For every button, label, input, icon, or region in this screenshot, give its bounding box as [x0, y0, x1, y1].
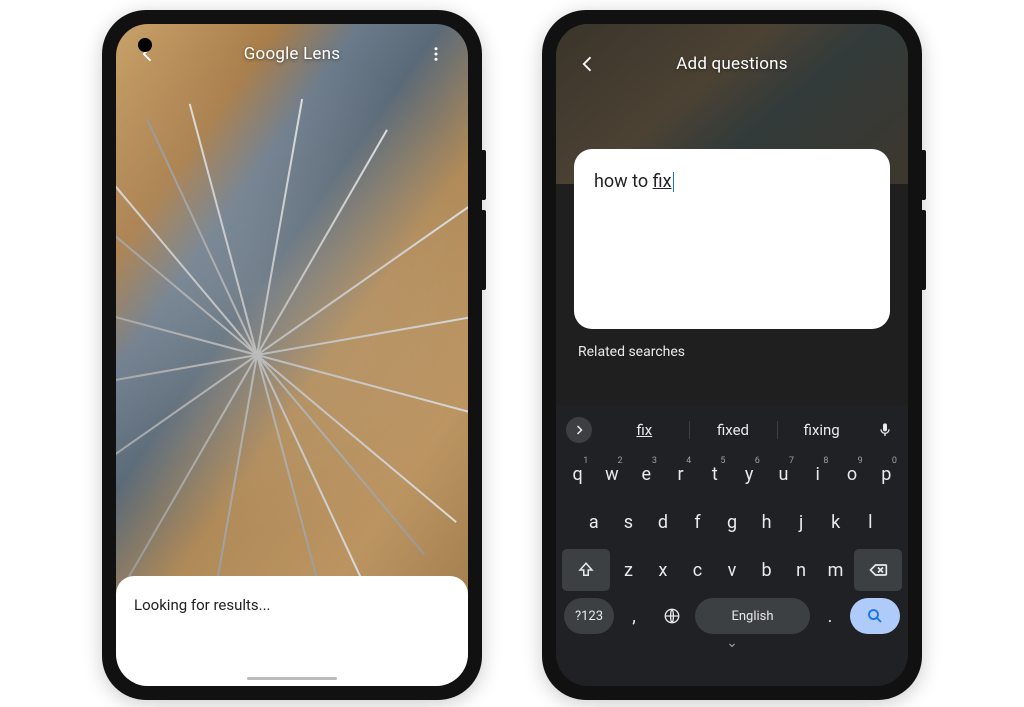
- key-o[interactable]: o9: [836, 453, 867, 495]
- suggestion-item[interactable]: fix: [600, 415, 689, 445]
- results-bottom-sheet[interactable]: Looking for results...: [116, 576, 468, 686]
- back-button[interactable]: [574, 50, 602, 78]
- question-input-card[interactable]: how to fix: [574, 149, 890, 329]
- key-z[interactable]: z: [613, 549, 645, 591]
- voice-input-button[interactable]: [872, 422, 898, 438]
- keyboard-bottom-row: ?123 , English .: [560, 594, 904, 638]
- language-switch-key[interactable]: [654, 598, 690, 634]
- period-key[interactable]: .: [815, 598, 845, 634]
- suggestion-row: fix fixed fixing: [560, 410, 904, 450]
- question-input-text[interactable]: how to fix: [594, 171, 870, 192]
- comma-key[interactable]: ,: [619, 598, 649, 634]
- loading-status-text: Looking for results...: [134, 596, 450, 614]
- key-i[interactable]: i8: [802, 453, 833, 495]
- key-m[interactable]: m: [820, 549, 852, 591]
- key-g[interactable]: g: [716, 501, 748, 543]
- key-s[interactable]: s: [613, 501, 645, 543]
- lens-header: Google Lens: [116, 24, 468, 84]
- key-l[interactable]: l: [855, 501, 887, 543]
- collapse-keyboard-button[interactable]: ⌄: [560, 638, 904, 654]
- key-y[interactable]: y6: [733, 453, 764, 495]
- app-title: Google Lens: [244, 44, 340, 64]
- key-r[interactable]: r4: [665, 453, 696, 495]
- suggestion-item[interactable]: fixing: [777, 415, 866, 445]
- screen-left: Google Lens Looking for results...: [116, 24, 468, 686]
- more-options-button[interactable]: [422, 40, 450, 68]
- screen-right: Add questions how to fix Related searche…: [556, 24, 908, 686]
- keyboard-row-1: q1w2e3r4t5y6u7i8o9p0: [560, 450, 904, 498]
- expand-suggestions-button[interactable]: [566, 417, 592, 443]
- key-j[interactable]: j: [785, 501, 817, 543]
- key-v[interactable]: v: [716, 549, 748, 591]
- key-h[interactable]: h: [751, 501, 783, 543]
- key-b[interactable]: b: [751, 549, 783, 591]
- key-e[interactable]: e3: [631, 453, 662, 495]
- phone-side-button: [481, 150, 486, 200]
- key-f[interactable]: f: [682, 501, 714, 543]
- phone-side-button: [921, 210, 926, 290]
- key-q[interactable]: q1: [562, 453, 593, 495]
- symbols-key[interactable]: ?123: [564, 598, 614, 634]
- key-p[interactable]: p0: [871, 453, 902, 495]
- keyboard-row-2: asdfghjkl: [560, 498, 904, 546]
- phone-side-button: [481, 210, 486, 290]
- suggestion-item[interactable]: fixed: [689, 415, 778, 445]
- key-c[interactable]: c: [682, 549, 714, 591]
- phone-right: Add questions how to fix Related searche…: [542, 10, 922, 700]
- on-screen-keyboard: fix fixed fixing q1w2e3r4t5y6u7i8o9p0 as…: [556, 406, 908, 686]
- search-key[interactable]: [850, 598, 900, 634]
- spacebar-key[interactable]: English: [695, 598, 810, 634]
- questions-header: Add questions: [556, 24, 908, 84]
- related-searches-label: Related searches: [578, 344, 685, 360]
- key-x[interactable]: x: [647, 549, 679, 591]
- header-title: Add questions: [676, 54, 787, 74]
- key-k[interactable]: k: [820, 501, 852, 543]
- key-a[interactable]: a: [578, 501, 610, 543]
- text-cursor: [673, 172, 674, 192]
- key-d[interactable]: d: [647, 501, 679, 543]
- camera-hole: [138, 38, 152, 52]
- backspace-key[interactable]: [854, 549, 902, 591]
- input-text-prefix: how to: [594, 171, 653, 192]
- key-u[interactable]: u7: [768, 453, 799, 495]
- key-w[interactable]: w2: [596, 453, 627, 495]
- key-t[interactable]: t5: [699, 453, 730, 495]
- input-text-current-word: fix: [653, 171, 672, 192]
- home-indicator[interactable]: [247, 677, 337, 680]
- phone-left: Google Lens Looking for results...: [102, 10, 482, 700]
- shift-key[interactable]: [562, 549, 610, 591]
- phone-side-button: [921, 150, 926, 200]
- key-n[interactable]: n: [785, 549, 817, 591]
- keyboard-row-3: zxcvbnm: [560, 546, 904, 594]
